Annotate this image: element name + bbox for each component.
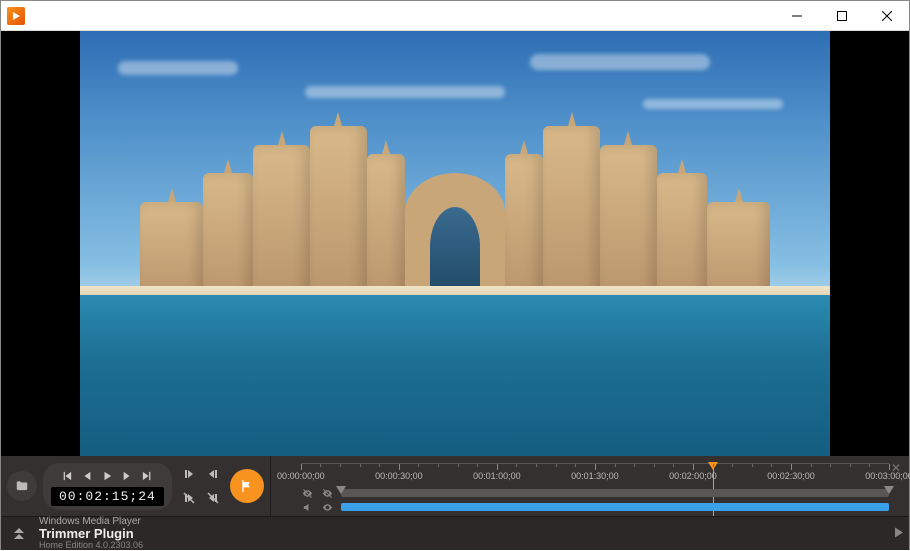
status-bar: Windows Media Player Trimmer Plugin Home… [1,516,909,550]
ruler-tick [791,464,792,470]
ruler-tick-label: 00:02:00;00 [669,471,717,481]
clear-out-button[interactable] [202,487,224,509]
video-frame [80,31,830,456]
track-mute-icon[interactable] [321,502,335,513]
ruler-tick-label: 00:03:00;00 [865,471,910,481]
open-file-button[interactable] [7,471,37,501]
ruler-tick-label: 00:00:00;00 [277,471,325,481]
timecode-display: 00:02:15;24 [51,487,164,506]
window-minimize-button[interactable] [774,1,819,31]
clear-in-button[interactable] [178,487,200,509]
window-titlebar [1,1,909,31]
ruler-tick [693,464,694,470]
play-button[interactable] [98,467,116,485]
audio-track[interactable] [301,501,889,513]
track-mute-icon[interactable] [321,488,335,499]
step-back-button[interactable] [78,467,96,485]
timeline-ruler[interactable]: 00:00:00;0000:00:30;0000:01:00;0000:01:3… [301,463,889,485]
step-forward-button[interactable] [118,467,136,485]
ruler-tick-label: 00:02:30;00 [767,471,815,481]
ruler-tick [889,464,890,470]
go-to-start-button[interactable] [58,467,76,485]
eye-icon[interactable] [301,488,315,499]
clip[interactable] [341,489,889,497]
transport-controls: 00:02:15;24 [43,463,172,510]
window-maximize-button[interactable] [819,1,864,31]
ruler-tick [497,464,498,470]
ruler-tick [595,464,596,470]
clip[interactable] [341,503,889,511]
ruler-tick [301,464,302,470]
ruler-tick-label: 00:00:30;00 [375,471,423,481]
speaker-icon[interactable] [301,502,315,513]
video-viewport[interactable] [1,31,909,456]
ruler-tick-label: 00:01:00;00 [473,471,521,481]
mark-in-button[interactable] [178,463,200,485]
plugin-name-label: Trimmer Plugin [39,527,143,541]
go-to-end-button[interactable] [138,467,156,485]
timeline[interactable]: ✕ 00:00:00;0000:00:30;0000:01:00;0000:01… [271,457,909,515]
set-marker-button[interactable] [230,469,264,503]
collapse-panel-button[interactable] [9,528,29,539]
scroll-right-button[interactable] [895,527,903,540]
ruler-tick [399,464,400,470]
video-track[interactable] [301,487,889,499]
ruler-tick-label: 00:01:30;00 [571,471,619,481]
mark-out-button[interactable] [202,463,224,485]
app-icon [7,7,25,25]
editor-panel: 00:02:15;24 ✕ 00:00:00;0000:00:30;0000:0… [1,456,909,550]
window-close-button[interactable] [864,1,909,31]
